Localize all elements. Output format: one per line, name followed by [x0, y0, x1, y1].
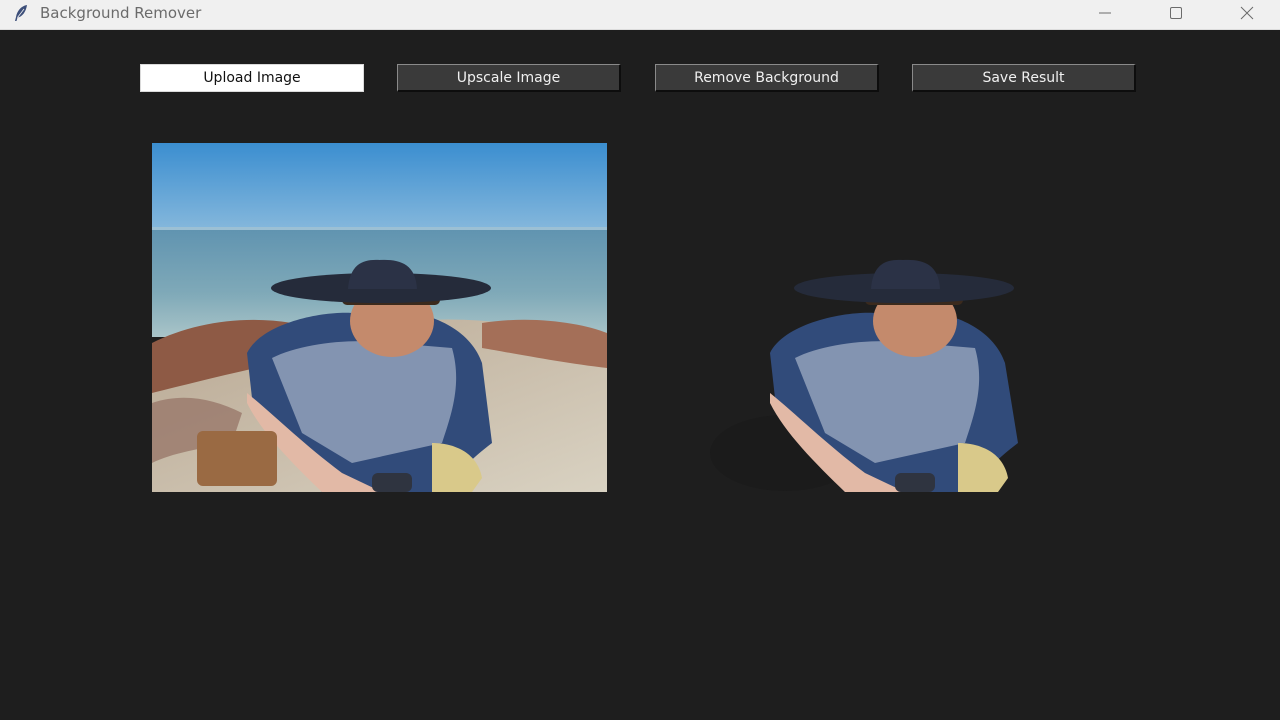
upload-image-button[interactable]: Upload Image: [140, 64, 364, 92]
minimize-icon: [1098, 5, 1112, 24]
title-bar[interactable]: Background Remover: [0, 0, 1280, 30]
maximize-icon: [1169, 5, 1183, 24]
minimize-button[interactable]: [1082, 0, 1128, 29]
result-image: [690, 143, 1145, 492]
upscale-image-button[interactable]: Upscale Image: [397, 64, 621, 92]
app-window: Background Remover Upload Image Upscale …: [0, 0, 1280, 720]
maximize-button[interactable]: [1153, 0, 1199, 29]
feather-icon: [11, 3, 31, 23]
save-result-button[interactable]: Save Result: [912, 64, 1136, 92]
close-button[interactable]: [1224, 0, 1270, 29]
original-image: [152, 143, 607, 492]
window-title: Background Remover: [40, 4, 202, 22]
remove-background-button[interactable]: Remove Background: [655, 64, 879, 92]
close-icon: [1240, 5, 1254, 24]
